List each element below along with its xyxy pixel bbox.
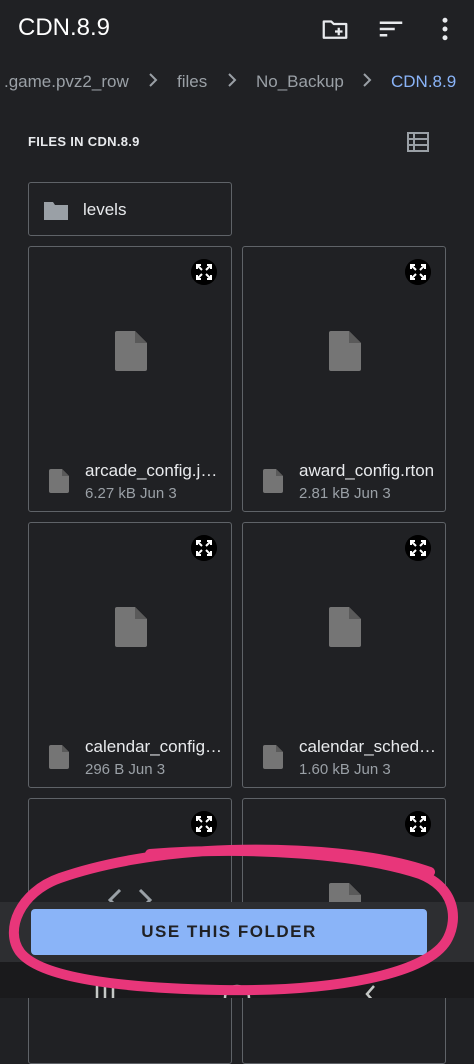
chevron-right-icon xyxy=(363,73,372,87)
file-icon xyxy=(49,745,69,769)
expand-icon[interactable] xyxy=(191,259,217,285)
recent-apps-icon[interactable] xyxy=(92,984,118,998)
file-meta: 2.81 kB Jun 3 xyxy=(299,485,391,502)
file-icon xyxy=(49,469,69,493)
top-app-bar: CDN.8.9 xyxy=(0,0,474,58)
file-size: 6.27 kB xyxy=(85,485,136,502)
file-name: calendar_config.json xyxy=(85,737,223,756)
file-name: arcade_config.json xyxy=(85,461,223,480)
file-date: Jun 3 xyxy=(128,761,166,778)
file-card[interactable]: award_config.rton 2.81 kB Jun 3 xyxy=(242,246,446,512)
folder-label: levels xyxy=(83,200,127,219)
file-meta: 296 B Jun 3 xyxy=(85,761,165,778)
file-meta: 1.60 kB Jun 3 xyxy=(299,761,391,778)
file-size: 2.81 kB xyxy=(299,485,350,502)
file-icon xyxy=(263,469,283,493)
file-date: Jun 3 xyxy=(354,485,391,502)
file-card[interactable]: calendar_schedule.json 1.60 kB Jun 3 xyxy=(242,522,446,788)
file-date: Jun 3 xyxy=(140,485,177,502)
use-this-folder-button[interactable]: USE THIS FOLDER xyxy=(31,909,427,955)
expand-icon[interactable] xyxy=(405,535,431,561)
expand-icon[interactable] xyxy=(191,811,217,837)
file-size: 1.60 kB xyxy=(299,761,350,778)
file-icon xyxy=(115,607,147,647)
file-size: 296 B xyxy=(85,761,125,778)
file-meta: 6.27 kB Jun 3 xyxy=(85,485,177,502)
home-icon[interactable] xyxy=(222,984,252,998)
expand-icon[interactable] xyxy=(191,535,217,561)
section-title: FILES IN CDN.8.9 xyxy=(28,134,140,149)
breadcrumb-item-current[interactable]: CDN.8.9 xyxy=(391,72,456,92)
breadcrumb-item-files[interactable]: files xyxy=(177,72,207,92)
file-icon xyxy=(329,607,361,647)
more-vert-icon[interactable] xyxy=(430,14,460,44)
expand-icon[interactable] xyxy=(405,811,431,837)
expand-icon[interactable] xyxy=(405,259,431,285)
chevron-right-icon xyxy=(228,73,237,87)
back-icon[interactable] xyxy=(362,984,378,998)
file-card[interactable]: arcade_config.json 6.27 kB Jun 3 xyxy=(28,246,232,512)
folder-item-levels[interactable]: levels xyxy=(28,182,232,236)
page-title: CDN.8.9 xyxy=(18,14,111,41)
file-date: Jun 3 xyxy=(354,761,391,778)
chevron-right-icon xyxy=(149,73,158,87)
file-name: award_config.rton xyxy=(299,461,435,480)
file-icon xyxy=(263,745,283,769)
breadcrumb-item-no-backup[interactable]: No_Backup xyxy=(256,72,344,92)
sort-icon[interactable] xyxy=(376,14,406,44)
file-icon xyxy=(329,331,361,371)
folder-icon xyxy=(44,202,68,220)
create-folder-icon[interactable] xyxy=(320,14,350,44)
file-name: calendar_schedule.json xyxy=(299,737,437,756)
file-icon xyxy=(115,331,147,371)
breadcrumb: .game.pvz2_row files No_Backup CDN.8.9 xyxy=(0,62,474,102)
file-card[interactable]: calendar_config.json 296 B Jun 3 xyxy=(28,522,232,788)
list-view-icon[interactable] xyxy=(404,129,432,155)
breadcrumb-item-game[interactable]: .game.pvz2_row xyxy=(4,72,129,92)
